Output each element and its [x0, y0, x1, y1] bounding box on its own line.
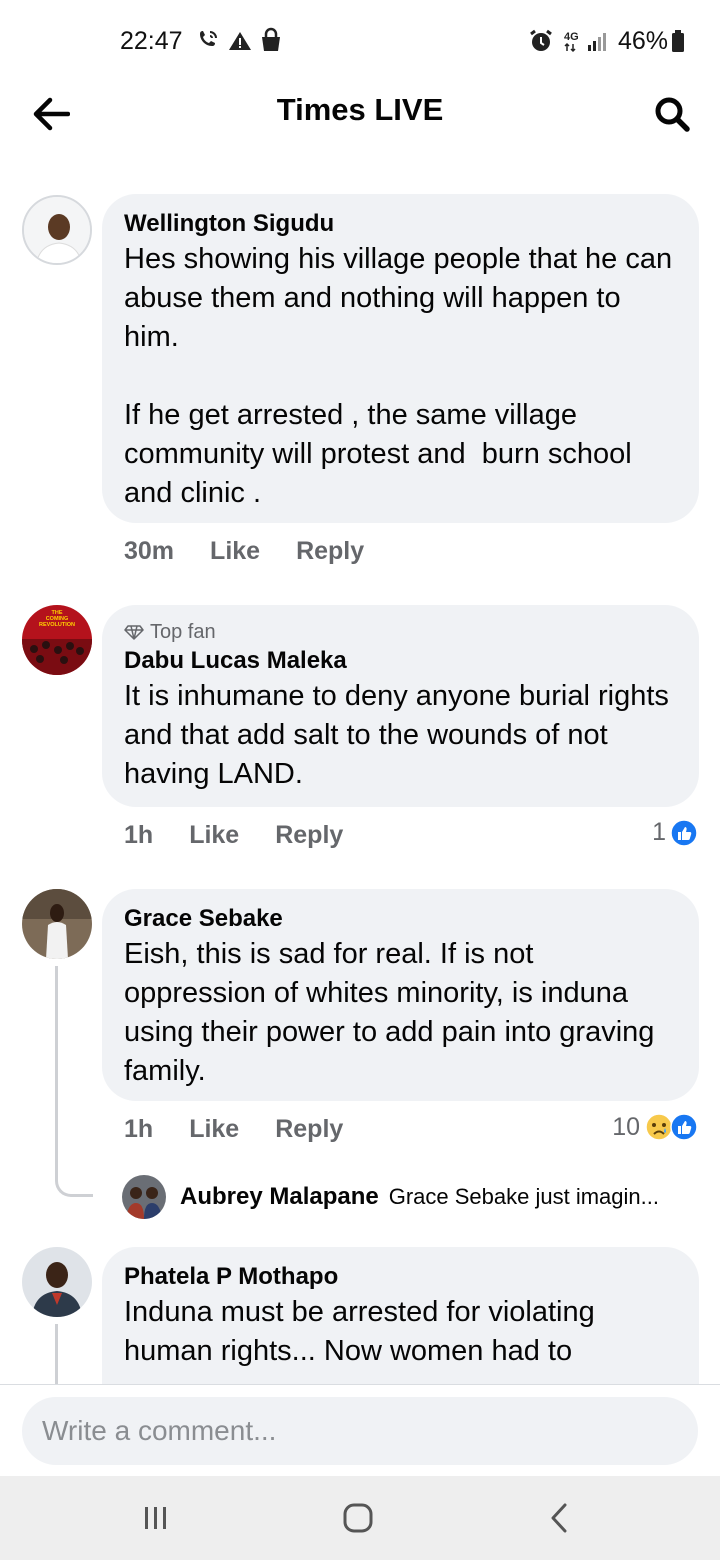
- home-button[interactable]: [328, 1496, 388, 1540]
- recent-apps-button[interactable]: [126, 1496, 186, 1540]
- avatar[interactable]: [22, 195, 92, 265]
- chevron-left-icon: [551, 1503, 567, 1533]
- like-reaction-icon: [670, 1113, 698, 1141]
- like-button[interactable]: Like: [189, 821, 239, 850]
- avatar[interactable]: [22, 1247, 92, 1317]
- like-reaction-icon: [670, 818, 698, 847]
- reaction-count: 1: [652, 818, 666, 846]
- reply-thread-connector: [55, 1180, 93, 1197]
- reaction-summary[interactable]: 10: [612, 1112, 698, 1142]
- back-nav-button[interactable]: [530, 1496, 590, 1540]
- comment-text: Eish, this is sad for real. If is not op…: [124, 938, 663, 1087]
- battery-icon: [672, 30, 684, 52]
- reply-button[interactable]: Reply: [275, 821, 343, 850]
- top-fan-badge: Top fan: [124, 619, 677, 645]
- reaction-summary[interactable]: 1: [652, 818, 698, 847]
- alarm-icon: [530, 29, 552, 51]
- page-title: Times LIVE: [276, 92, 444, 127]
- comment-actions: 1h Like Reply: [124, 821, 343, 850]
- svg-text:REVOLUTION: REVOLUTION: [39, 622, 75, 628]
- comment-bubble[interactable]: Grace Sebake Eish, this is sad for real.…: [102, 889, 699, 1101]
- reaction-count: 10: [612, 1112, 640, 1141]
- comment-text: Induna must be arrested for violating hu…: [124, 1296, 603, 1367]
- reply-snippet: Grace Sebake just imagin...: [388, 1184, 659, 1209]
- comment-timestamp[interactable]: 1h: [124, 821, 153, 850]
- comment-actions: 1h Like Reply: [124, 1115, 343, 1144]
- comment-bubble[interactable]: Wellington Sigudu Hes showing his villag…: [102, 194, 699, 523]
- comment-composer: [0, 1384, 720, 1476]
- wifi-calling-icon: [200, 31, 217, 46]
- comment-bubble[interactable]: Top fan Dabu Lucas Maleka It is inhumane…: [102, 605, 699, 807]
- reply-author[interactable]: Aubrey Malapane: [180, 1183, 379, 1211]
- comment-text: It is inhumane to deny anyone burial rig…: [124, 680, 677, 790]
- reply-button[interactable]: Reply: [275, 1115, 343, 1144]
- comment-author[interactable]: Phatela P Mothapo: [124, 1261, 677, 1293]
- comment-author[interactable]: Wellington Sigudu: [124, 208, 677, 240]
- reply-preview[interactable]: Aubrey Malapane Grace Sebake just imagin…: [122, 1174, 659, 1220]
- like-button[interactable]: Like: [210, 537, 260, 566]
- avatar[interactable]: [122, 1175, 166, 1219]
- shopping-bag-icon: [262, 27, 280, 51]
- status-bar: 22:47 4G 46%: [0, 0, 720, 80]
- avatar[interactable]: THE COMING REVOLUTION: [22, 605, 92, 675]
- avatar[interactable]: [22, 889, 92, 959]
- status-time: 22:47: [120, 27, 183, 55]
- reply-button[interactable]: Reply: [296, 537, 364, 566]
- battery-percentage: 46%: [618, 27, 669, 55]
- comment-input[interactable]: [22, 1397, 698, 1465]
- comment-timestamp[interactable]: 30m: [124, 537, 174, 566]
- signal-icon: 4G: [564, 31, 606, 53]
- comment-text: Hes showing his village people that he c…: [124, 243, 673, 509]
- reply-thread-line: [55, 966, 58, 1180]
- comment-author[interactable]: Dabu Lucas Maleka: [124, 645, 677, 677]
- app-header: Times LIVE: [0, 80, 720, 150]
- search-icon: [655, 97, 690, 132]
- comment-author[interactable]: Grace Sebake: [124, 903, 677, 935]
- search-button[interactable]: [648, 90, 696, 138]
- comment-actions: 30m Like Reply: [124, 537, 364, 566]
- home-icon: [343, 1503, 373, 1533]
- warning-icon: [229, 32, 251, 50]
- diamond-icon: [124, 625, 144, 640]
- like-button[interactable]: Like: [189, 1115, 239, 1144]
- recent-apps-icon: [145, 1507, 166, 1529]
- system-nav-bar: [0, 1476, 720, 1560]
- svg-text:4G: 4G: [564, 31, 579, 43]
- comment-timestamp[interactable]: 1h: [124, 1115, 153, 1144]
- top-fan-label: Top fan: [150, 621, 216, 643]
- reply-thread-line: [55, 1324, 58, 1384]
